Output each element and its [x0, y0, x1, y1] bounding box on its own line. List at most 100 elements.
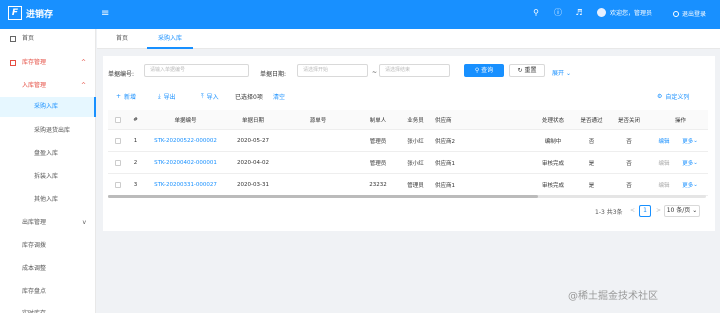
more-dropdown[interactable]: 更多 ⌄ — [675, 174, 705, 195]
user-menu[interactable]: 欢迎您，管理员 — [597, 8, 652, 17]
status: 审核完成 — [541, 160, 564, 167]
prev-page-button[interactable]: < — [630, 207, 635, 214]
scrollbar-thumb[interactable] — [108, 195, 538, 198]
import-button[interactable]: ⤒ 导入 — [201, 92, 219, 102]
order-date: 2020-05-27 — [237, 137, 269, 144]
sidebar-item-label: 盘盈入库 — [34, 150, 59, 157]
sidebar-item-inbound[interactable]: 入库管理 ^ — [0, 76, 96, 96]
select-all-checkbox[interactable] — [108, 110, 128, 129]
table-row: 3 STK-20200331-000027 2020-03-31 23232 管… — [108, 174, 708, 196]
creator: 管理员 — [369, 138, 387, 145]
sidebar-item-outbound[interactable]: 出库管理 v — [0, 213, 96, 233]
tab-bar: 首页 采购入库 — [97, 29, 720, 49]
order-no-link[interactable]: STK-20200331-000027 — [143, 174, 228, 195]
sidebar-item-transfer[interactable]: 库存调拨 — [0, 236, 96, 256]
sidebar-item-home[interactable]: 首页 — [0, 29, 96, 49]
sidebar-item-label: 库存调拨 — [22, 242, 47, 249]
inventory-icon — [10, 60, 16, 66]
column-header: # — [133, 116, 138, 123]
bell-icon[interactable]: ♬ — [574, 8, 584, 18]
salesman: 张小红 — [407, 138, 424, 145]
import-label: 导入 — [206, 94, 219, 101]
date-label: 单据日期: — [260, 71, 287, 78]
row-checkbox[interactable] — [108, 130, 128, 151]
more-dropdown[interactable]: 更多 ⌄ — [675, 130, 705, 151]
upload-icon: ⤒ — [201, 92, 204, 100]
chevron-up-icon: ^ — [80, 82, 86, 89]
order-no-link[interactable]: STK-20200402-000001 — [143, 152, 228, 173]
sidebar-item-label: 采购退货出库 — [34, 127, 71, 134]
expand-label: 展开 — [552, 70, 565, 77]
date-end-input[interactable]: 请选择结束 — [379, 64, 450, 77]
date-start-input[interactable]: 请选择开始 — [297, 64, 368, 77]
sidebar-item-assembly-inbound[interactable]: 拆装入库 — [0, 167, 96, 187]
sidebar-item-other-inbound[interactable]: 其他入库 — [0, 190, 96, 210]
sidebar-item-label: 其他入库 — [34, 196, 59, 203]
table-row: 1 STK-20200522-000002 2020-05-27 管理员 张小红… — [108, 130, 708, 152]
order-no-link[interactable]: STK-20200522-000002 — [143, 130, 228, 151]
help-icon[interactable]: ⓘ — [553, 8, 563, 18]
column-header: 是否关闭 — [617, 117, 640, 124]
reset-button-label: 重置 — [524, 67, 537, 74]
page-number-current[interactable]: 1 — [639, 205, 651, 217]
add-button[interactable]: + 新增 — [116, 92, 136, 101]
edit-link[interactable]: 编辑 — [653, 152, 675, 173]
search-button[interactable]: ⚲ 查询 — [464, 64, 504, 77]
sidebar-item-cost-adjust[interactable]: 成本调整 — [0, 259, 96, 279]
export-label: 导出 — [163, 94, 176, 101]
order-no-input[interactable]: 请输入单据编号 — [144, 64, 249, 77]
column-header: 是否通过 — [580, 117, 603, 124]
logout-button[interactable]: 退出登录 — [673, 9, 706, 18]
sidebar-item-label: 库存盘点 — [22, 288, 47, 295]
edit-link[interactable]: 编辑 — [653, 130, 675, 151]
row-index: 3 — [133, 181, 138, 188]
more-label: 更多 — [682, 182, 694, 189]
more-label: 更多 — [682, 138, 694, 145]
status: 编制中 — [544, 138, 562, 145]
main-card: 单据编号: 请输入单据编号 单据日期: 请选择开始 ~ 请选择结束 ⚲ 查询 ↻… — [103, 56, 715, 231]
order-no-label: 单据编号: — [108, 71, 135, 78]
row-checkbox[interactable] — [108, 174, 128, 195]
edit-link[interactable]: 编辑 — [653, 174, 675, 195]
sidebar-item-label: 实时库存 — [22, 304, 46, 313]
row-checkbox[interactable] — [108, 152, 128, 173]
menu-collapse-icon[interactable]: ≡ — [101, 8, 109, 19]
sidebar-item-purchase-inbound[interactable]: 采购入库 — [0, 97, 96, 117]
app-logo[interactable]: F 进销存 — [8, 6, 53, 20]
sidebar-item-surplus-inbound[interactable]: 盘盈入库 — [0, 144, 96, 164]
sidebar-item-purchase-return[interactable]: 采购退货出库 — [0, 121, 96, 141]
plus-icon: + — [116, 93, 122, 100]
closed: 否 — [626, 138, 632, 145]
search-icon[interactable]: ⚲ — [531, 8, 541, 18]
export-button[interactable]: ⤓ 导出 — [158, 92, 176, 102]
sidebar: 首页 库存管理 ^ 入库管理 ^ 采购入库 采购退货出库 盘盈入库 拆装入库 其… — [0, 29, 96, 313]
tab-home[interactable]: 首页 — [107, 29, 137, 49]
reset-button[interactable]: ↻ 重置 — [509, 64, 545, 77]
custom-columns-label: 自定义列 — [665, 94, 690, 101]
expand-link[interactable]: 展开 ⌄ — [552, 68, 571, 77]
clear-selection-link[interactable]: 清空 — [273, 92, 285, 101]
table-horizontal-scrollbar[interactable] — [108, 195, 706, 198]
custom-columns-button[interactable]: ⚙ 自定义列 — [657, 92, 689, 101]
page-size-value: 10 条/页 — [666, 207, 691, 214]
logout-icon — [673, 10, 679, 17]
sidebar-item-stocktake[interactable]: 库存盘点 — [0, 282, 96, 302]
sidebar-item-label: 拆装入库 — [34, 173, 59, 180]
tab-purchase-inbound[interactable]: 采购入库 — [147, 29, 193, 49]
column-header: 操作 — [674, 117, 686, 124]
more-dropdown[interactable]: 更多 ⌄ — [675, 152, 705, 173]
chevron-down-icon: ⌄ — [693, 181, 698, 188]
supplier: 供应商1 — [435, 182, 455, 189]
sidebar-item-label: 库存管理 — [22, 59, 47, 66]
sidebar-item-realtime-stock[interactable]: 实时库存 — [0, 304, 96, 313]
add-label: 新增 — [124, 94, 137, 101]
sidebar-item-inventory[interactable]: 库存管理 ^ — [0, 53, 96, 73]
chevron-down-icon: ⌄ — [565, 70, 571, 77]
supplier: 供应商2 — [435, 138, 455, 145]
more-label: 更多 — [682, 160, 694, 167]
page-size-select[interactable]: 10 条/页 ⌄ — [664, 205, 700, 217]
chevron-down-icon: ⌄ — [693, 159, 698, 166]
table-header: # 单据编号 单据日期 源单号 制单人 业务员 供应商 处理状态 是否通过 是否… — [108, 110, 708, 130]
supplier: 供应商1 — [435, 160, 455, 167]
next-page-button[interactable]: > — [656, 207, 661, 214]
